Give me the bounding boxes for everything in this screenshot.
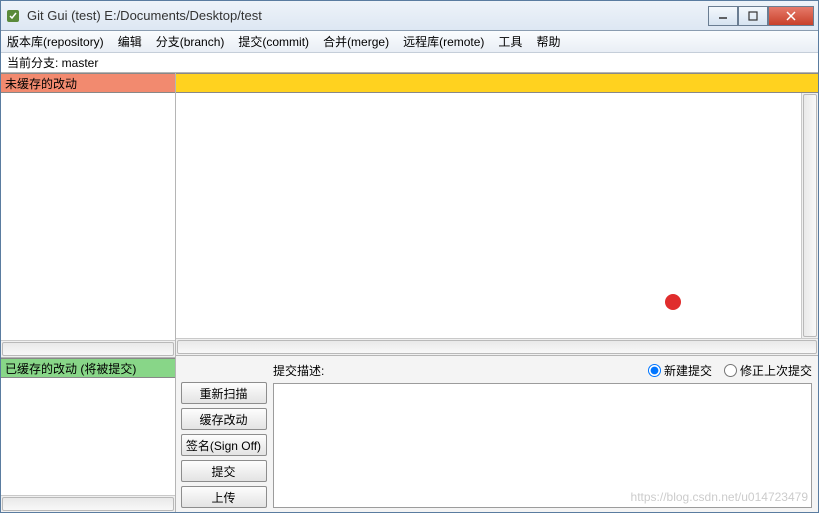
rescan-button[interactable]: 重新扫描 (181, 382, 267, 404)
menu-repository[interactable]: 版本库(repository) (7, 33, 104, 50)
app-window: Git Gui (test) E:/Documents/Desktop/test… (0, 0, 819, 513)
unstaged-header[interactable]: 未缓存的改动 (1, 73, 175, 93)
diff-vscrollbar[interactable] (801, 93, 818, 338)
titlebar[interactable]: Git Gui (test) E:/Documents/Desktop/test (1, 1, 818, 31)
branch-bar: 当前分支: master (1, 53, 818, 73)
staged-list[interactable] (1, 378, 175, 495)
unstaged-hscrollbar[interactable] (1, 340, 175, 357)
window-title: Git Gui (test) E:/Documents/Desktop/test (27, 8, 708, 23)
current-branch-label: 当前分支: master (7, 54, 98, 71)
diff-hscrollbar[interactable] (176, 338, 818, 355)
commit-message-input[interactable] (273, 383, 812, 508)
menubar: 版本库(repository) 编辑 分支(branch) 提交(commit)… (1, 31, 818, 53)
close-button[interactable] (768, 6, 814, 26)
diff-header[interactable] (176, 73, 818, 93)
stage-button[interactable]: 缓存改动 (181, 408, 267, 430)
menu-branch[interactable]: 分支(branch) (156, 33, 225, 50)
menu-merge[interactable]: 合并(merge) (323, 33, 389, 50)
left-column: 未缓存的改动 已缓存的改动 (将被提交) (1, 73, 176, 512)
radio-amend-commit-label: 修正上次提交 (740, 362, 812, 379)
unstaged-list[interactable] (1, 93, 175, 340)
main-area: 未缓存的改动 已缓存的改动 (将被提交) (1, 73, 818, 512)
radio-new-commit-label: 新建提交 (664, 362, 712, 379)
window-controls (708, 6, 814, 26)
menu-edit[interactable]: 编辑 (118, 33, 142, 50)
app-icon (5, 8, 21, 24)
staged-hscrollbar[interactable] (1, 495, 175, 512)
maximize-button[interactable] (738, 6, 768, 26)
staged-pane: 已缓存的改动 (将被提交) (1, 357, 175, 512)
radio-amend-commit[interactable]: 修正上次提交 (724, 362, 812, 379)
action-buttons: 重新扫描 缓存改动 签名(Sign Off) 提交 上传 (176, 356, 271, 512)
menu-commit[interactable]: 提交(commit) (238, 33, 309, 50)
menu-tools[interactable]: 工具 (498, 33, 522, 50)
marker-dot-icon (665, 294, 681, 310)
unstaged-pane: 未缓存的改动 (1, 73, 175, 357)
signoff-button[interactable]: 签名(Sign Off) (181, 434, 267, 456)
commit-desc-label: 提交描述: (273, 362, 324, 379)
diff-content[interactable] (176, 93, 801, 338)
staged-header[interactable]: 已缓存的改动 (将被提交) (1, 358, 175, 378)
right-column: 重新扫描 缓存改动 签名(Sign Off) 提交 上传 提交描述: 新建提交 (176, 73, 818, 512)
radio-new-commit-input[interactable] (648, 364, 661, 377)
commit-column: 提交描述: 新建提交 修正上次提交 (271, 356, 818, 512)
menu-help[interactable]: 帮助 (536, 33, 560, 50)
commit-button[interactable]: 提交 (181, 460, 267, 482)
menu-remote[interactable]: 远程库(remote) (403, 33, 484, 50)
push-button[interactable]: 上传 (181, 486, 267, 508)
radio-new-commit[interactable]: 新建提交 (648, 362, 712, 379)
commit-area: 重新扫描 缓存改动 签名(Sign Off) 提交 上传 提交描述: 新建提交 (176, 355, 818, 512)
minimize-button[interactable] (708, 6, 738, 26)
diff-area (176, 73, 818, 355)
radio-amend-commit-input[interactable] (724, 364, 737, 377)
